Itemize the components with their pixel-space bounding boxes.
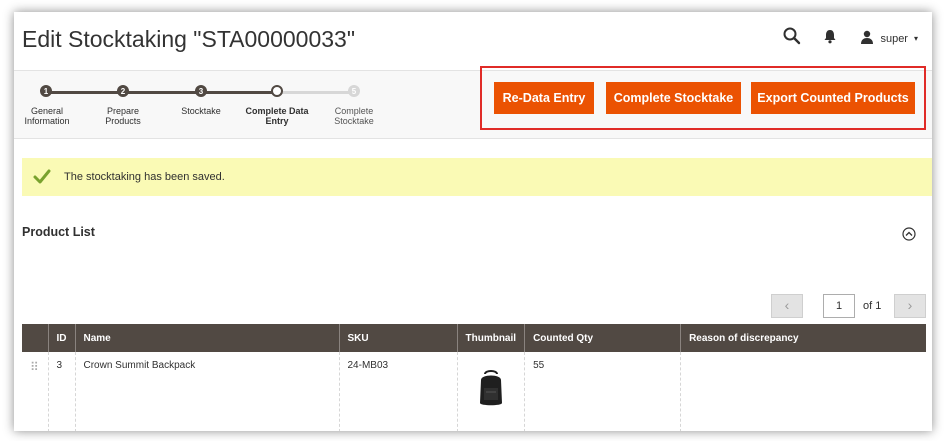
cell-name: Crown Summit Backpack — [75, 352, 340, 431]
progress-line-todo — [276, 91, 354, 94]
page-frame: Edit Stocktaking "STA00000033" super ▾ 1… — [14, 12, 932, 431]
step-2-label[interactable]: Prepare Products — [88, 106, 158, 126]
user-menu[interactable]: super ▾ — [860, 30, 918, 47]
complete-stocktake-button[interactable]: Complete Stocktake — [606, 82, 741, 114]
cell-sku: 24-MB03 — [339, 352, 458, 431]
search-icon[interactable] — [782, 26, 802, 46]
column-counted-qty[interactable]: Counted Qty — [524, 324, 682, 352]
cell-counted-qty[interactable]: 55 — [524, 352, 682, 431]
step-1-dot[interactable]: 1 — [40, 85, 52, 97]
pager-total: of 1 — [863, 300, 882, 312]
column-id[interactable]: ID — [48, 324, 76, 352]
chevron-down-icon: ▾ — [913, 34, 918, 43]
user-name: super — [880, 32, 908, 45]
column-sku[interactable]: SKU — [339, 324, 458, 352]
step-5-label: Complete Stocktake — [334, 106, 374, 126]
success-message: The stocktaking has been saved. — [22, 158, 932, 196]
bell-icon[interactable] — [820, 26, 840, 46]
step-3-dot[interactable]: 3 — [195, 85, 207, 97]
product-grid: ID Name SKU Thumbnail Counted Qty Reason… — [22, 324, 926, 431]
step-3-label[interactable]: Stocktake — [166, 106, 236, 116]
column-reason[interactable]: Reason of discrepancy — [680, 324, 926, 352]
cell-id: 3 — [48, 352, 76, 431]
message-text: The stocktaking has been saved. — [64, 171, 225, 183]
step-4-label[interactable]: Complete Data Entry — [242, 106, 312, 126]
pager-prev-button[interactable]: ‹ — [771, 294, 803, 318]
pager-page-input[interactable] — [823, 294, 855, 318]
export-counted-products-button[interactable]: Export Counted Products — [751, 82, 915, 114]
step-4-dot[interactable] — [271, 85, 283, 97]
product-list-title: Product List — [22, 225, 95, 239]
user-icon — [860, 30, 874, 47]
column-drag — [22, 324, 49, 352]
cell-thumbnail — [457, 352, 526, 431]
drag-handle-icon[interactable]: ⠿ — [22, 352, 49, 431]
step-1-label[interactable]: General Information — [14, 106, 82, 126]
table-row[interactable]: ⠿ 3 Crown Summit Backpack 24-MB03 55 — [22, 352, 926, 431]
progress-line-done — [46, 91, 276, 94]
grid-header-row: ID Name SKU Thumbnail Counted Qty Reason… — [22, 324, 926, 352]
checkmark-icon — [30, 167, 54, 187]
column-name[interactable]: Name — [75, 324, 340, 352]
step-2-dot[interactable]: 2 — [117, 85, 129, 97]
cell-reason[interactable] — [681, 352, 926, 431]
pager-next-button[interactable]: › — [894, 294, 926, 318]
redata-entry-button[interactable]: Re-Data Entry — [494, 82, 594, 114]
step-5-dot: 5 — [348, 85, 360, 97]
backpack-image — [476, 368, 506, 411]
column-thumbnail: Thumbnail — [457, 324, 526, 352]
collapse-icon[interactable] — [902, 227, 916, 241]
page-title: Edit Stocktaking "STA00000033" — [22, 26, 355, 52]
